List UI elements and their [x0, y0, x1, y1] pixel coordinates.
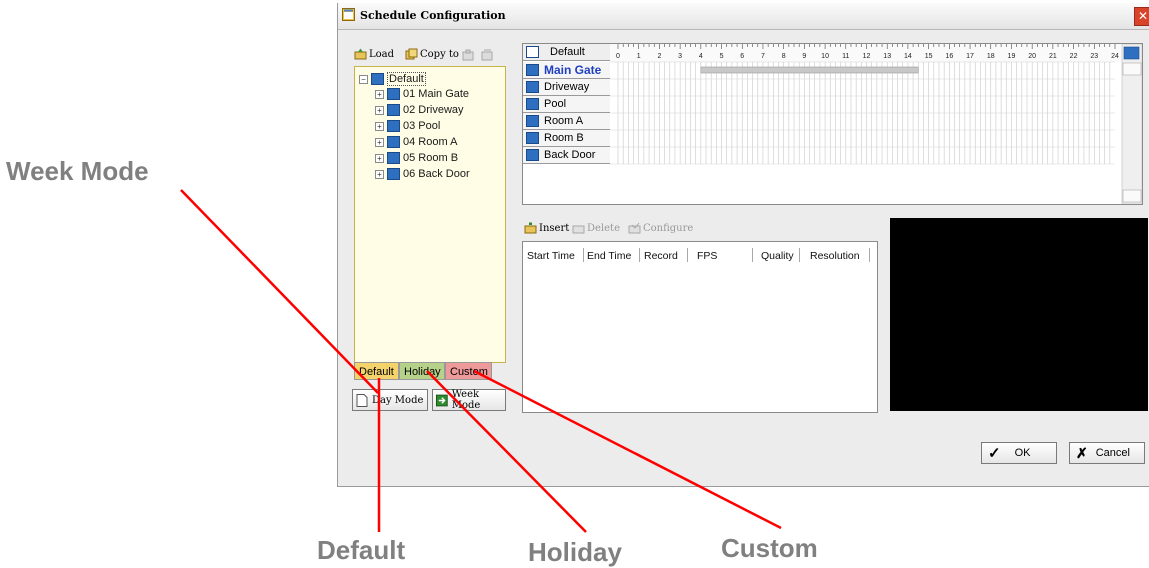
holiday-callout: Holiday	[528, 537, 622, 567]
week-mode-callout-line	[180, 189, 379, 394]
holiday-callout-line	[426, 370, 587, 533]
week-mode-callout: Week Mode	[6, 156, 149, 186]
custom-callout-line	[473, 369, 782, 530]
callout-lines	[180, 189, 782, 533]
custom-callout: Custom	[721, 533, 818, 563]
default-callout: Default	[317, 535, 406, 565]
